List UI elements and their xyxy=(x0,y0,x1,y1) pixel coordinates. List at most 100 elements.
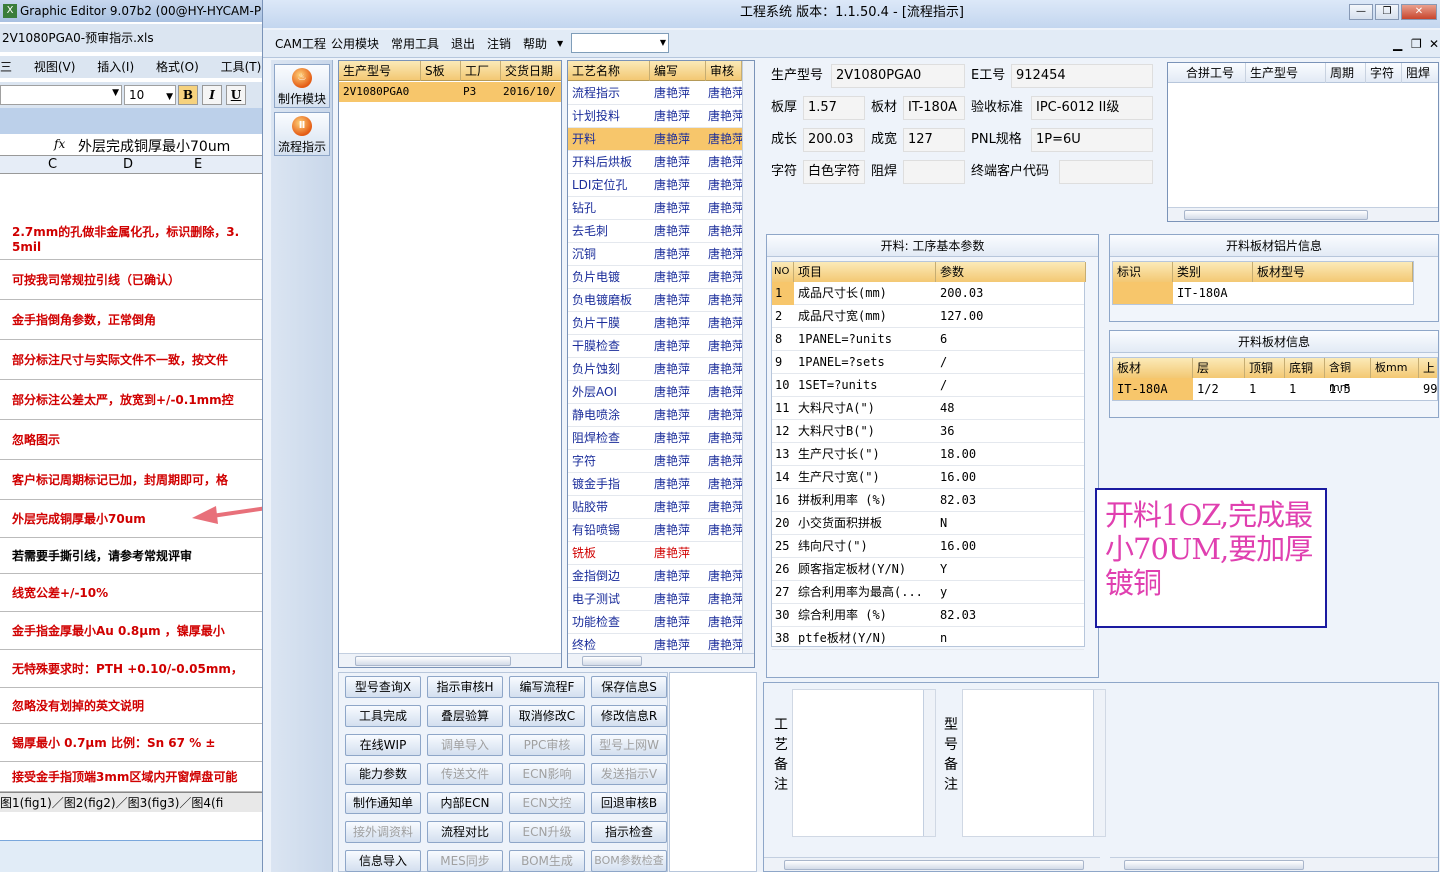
action-button[interactable]: 能力参数 xyxy=(345,763,421,785)
action-button[interactable]: 修改信息R xyxy=(591,705,667,727)
pnl-field[interactable]: 1P=6U xyxy=(1031,128,1153,152)
thickness-field[interactable]: 1.57 xyxy=(803,96,865,120)
process-row[interactable]: 流程指示 唐艳萍 唐艳萍 xyxy=(568,82,742,105)
action-button[interactable]: 取消修改C xyxy=(509,705,585,727)
action-button[interactable]: 内部ECN xyxy=(427,792,503,814)
sheet-row[interactable]: 线宽公差+/-10% xyxy=(0,574,262,612)
close-icon[interactable]: ✕ xyxy=(1401,4,1437,20)
process-row[interactable]: 静电喷涂 唐艳萍 唐艳萍 xyxy=(568,404,742,427)
chevron-down-icon[interactable]: ▼ xyxy=(557,30,563,58)
mdi-close-icon[interactable]: ✕ xyxy=(1429,38,1439,50)
process-row[interactable]: 镀金手指 唐艳萍 唐艳萍 xyxy=(568,473,742,496)
col-header[interactable]: S板 xyxy=(421,61,461,81)
table-row[interactable]: 11 大料尺寸A(") 48 xyxy=(772,397,1084,420)
bold-button[interactable]: B xyxy=(178,85,198,105)
material-field[interactable]: IT-180A xyxy=(903,96,965,120)
process-row[interactable]: 负片干膜 唐艳萍 唐艳萍 xyxy=(568,312,742,335)
action-button[interactable]: 信息导入 xyxy=(345,850,421,872)
table-row[interactable]: 26 顾客指定板材(Y/N) Y xyxy=(772,558,1084,581)
sheet-row[interactable]: 忽略没有划掉的英文说明 xyxy=(0,688,262,724)
process-row[interactable]: 去毛刺 唐艳萍 唐艳萍 xyxy=(568,220,742,243)
table-row[interactable]: 14 生产尺寸宽(") 16.00 xyxy=(772,466,1084,489)
table-row[interactable]: 12 大料尺寸B(") 36 xyxy=(772,420,1084,443)
action-button[interactable]: 在线WIP xyxy=(345,734,421,756)
remarks-hscroll[interactable] xyxy=(764,857,1100,871)
sheet-row[interactable]: 若需要手撕引线，请参考常规评审 xyxy=(0,538,262,574)
col-header[interactable]: 工艺名称 xyxy=(568,61,650,81)
process-row[interactable]: 金指倒边 唐艳萍 唐艳萍 xyxy=(568,565,742,588)
col-header[interactable]: 参数 xyxy=(936,262,1086,282)
process-row[interactable]: 开料后烘板 唐艳萍 唐艳萍 xyxy=(568,151,742,174)
table-row[interactable]: 2 成品尺寸宽(mm) 127.00 xyxy=(772,305,1084,328)
sheet-row[interactable]: 可按我司常规拉引线（已确认） xyxy=(0,260,262,300)
process-row[interactable]: LDI定位孔 唐艳萍 唐艳萍 xyxy=(568,174,742,197)
action-button[interactable]: MES同步 xyxy=(427,850,503,872)
table-row[interactable]: 13 生产尺寸长(") 18.00 xyxy=(772,443,1084,466)
mdi-minimize-icon[interactable]: ▁ xyxy=(1393,38,1402,50)
process-row[interactable]: 功能检查 唐艳萍 唐艳萍 xyxy=(568,611,742,634)
action-button[interactable]: BOM生成 xyxy=(509,850,585,872)
col-header[interactable]: 项目 xyxy=(794,262,936,282)
col-header[interactable]: 板材型号 xyxy=(1253,262,1413,282)
sheet-row[interactable]: 忽略图示 xyxy=(0,420,262,460)
sheet-row[interactable]: 接受金手指顶端3mm区域内开窗焊盘可能 xyxy=(0,762,262,792)
model-field[interactable]: 2V1080PGA0 xyxy=(831,64,965,88)
menu-exit[interactable]: 退出 xyxy=(451,30,475,58)
excel-menu-item[interactable]: 格式(O) xyxy=(156,60,199,74)
action-button[interactable]: 回退审核B xyxy=(591,792,667,814)
col-header[interactable]: 周期 xyxy=(1326,63,1366,83)
remarks-hscroll-right[interactable] xyxy=(1110,857,1438,871)
col-header[interactable]: 顶铜 xyxy=(1245,358,1285,378)
standard-field[interactable]: IPC-6012 II级 xyxy=(1031,96,1153,120)
action-button[interactable]: 保存信息S xyxy=(591,676,667,698)
process-row[interactable]: 贴胶带 唐艳萍 唐艳萍 xyxy=(568,496,742,519)
sheet-row[interactable]: 金手指倒角参数，正常倒角 xyxy=(0,300,262,340)
col-header[interactable]: 工厂 xyxy=(461,61,501,81)
toolbar-combo[interactable]: ▼ xyxy=(571,33,669,53)
model-remark-textarea[interactable] xyxy=(962,689,1106,837)
col-header[interactable]: 交货日期 xyxy=(501,61,561,81)
table-row[interactable]: 10 1SET=?units / xyxy=(772,374,1084,397)
restore-icon[interactable]: ❐ xyxy=(1375,4,1399,20)
process-vscroll[interactable] xyxy=(742,61,754,653)
table-row[interactable]: 8 1PANEL=?units 6 xyxy=(772,328,1084,351)
col-header[interactable]: 含铜mm xyxy=(1325,358,1371,394)
col-header[interactable]: 合拼工号 xyxy=(1182,63,1246,83)
menu-logout[interactable]: 注销 xyxy=(487,30,511,58)
col-header[interactable]: 板mm xyxy=(1371,358,1419,378)
char-field[interactable]: 白色字符 xyxy=(803,160,865,184)
action-button[interactable]: 流程对比 xyxy=(427,821,503,843)
nav-make-module[interactable]: ♨ 制作模块 xyxy=(274,64,330,108)
action-button[interactable]: 发送指示V xyxy=(591,763,667,785)
menu-public[interactable]: 公用模块 xyxy=(331,30,379,58)
sheet-row[interactable]: 2.7mm的孔做非金属化孔，标识删除，3. 5mil xyxy=(0,218,262,260)
col-header[interactable]: 板材 xyxy=(1113,358,1193,378)
col-header[interactable]: 标识 xyxy=(1113,262,1173,282)
process-row[interactable]: 干膜检查 唐艳萍 唐艳萍 xyxy=(568,335,742,358)
menu-help[interactable]: 帮助 xyxy=(523,30,547,58)
length-field[interactable]: 200.03 xyxy=(803,128,865,152)
font-size-select[interactable]: 10 ▼ xyxy=(124,85,176,105)
e-no-field[interactable]: 912454 xyxy=(1011,64,1153,88)
process-row[interactable]: 电子测试 唐艳萍 唐艳萍 xyxy=(568,588,742,611)
col-header[interactable]: 生产型号 xyxy=(1246,63,1326,83)
excel-menu-item[interactable]: 插入(I) xyxy=(97,60,134,74)
action-button[interactable]: 叠层验算 xyxy=(427,705,503,727)
process-row[interactable]: 负电镀磨板 唐艳萍 唐艳萍 xyxy=(568,289,742,312)
italic-button[interactable]: I xyxy=(202,85,222,105)
process-row[interactable]: 铣板 唐艳萍 xyxy=(568,542,742,565)
menu-tools[interactable]: 常用工具 xyxy=(391,30,439,58)
table-row[interactable]: 38 ptfe板材(Y/N) n xyxy=(772,627,1084,650)
action-button[interactable]: 传送文件 xyxy=(427,763,503,785)
action-button[interactable]: 型号上网W xyxy=(591,734,667,756)
merge-hscroll[interactable] xyxy=(1168,207,1438,221)
action-button[interactable]: BOM参数检查 xyxy=(591,850,667,872)
column-header[interactable]: D xyxy=(123,156,133,174)
process-row[interactable]: 阻焊检查 唐艳萍 唐艳萍 xyxy=(568,427,742,450)
process-row[interactable]: 钻孔 唐艳萍 唐艳萍 xyxy=(568,197,742,220)
column-header[interactable]: C xyxy=(48,156,57,174)
action-button[interactable]: 接外调资料 xyxy=(345,821,421,843)
col-header[interactable]: 阻焊 xyxy=(1402,63,1438,83)
process-row[interactable]: 计划投料 唐艳萍 唐艳萍 xyxy=(568,105,742,128)
mask-field[interactable] xyxy=(903,160,965,184)
